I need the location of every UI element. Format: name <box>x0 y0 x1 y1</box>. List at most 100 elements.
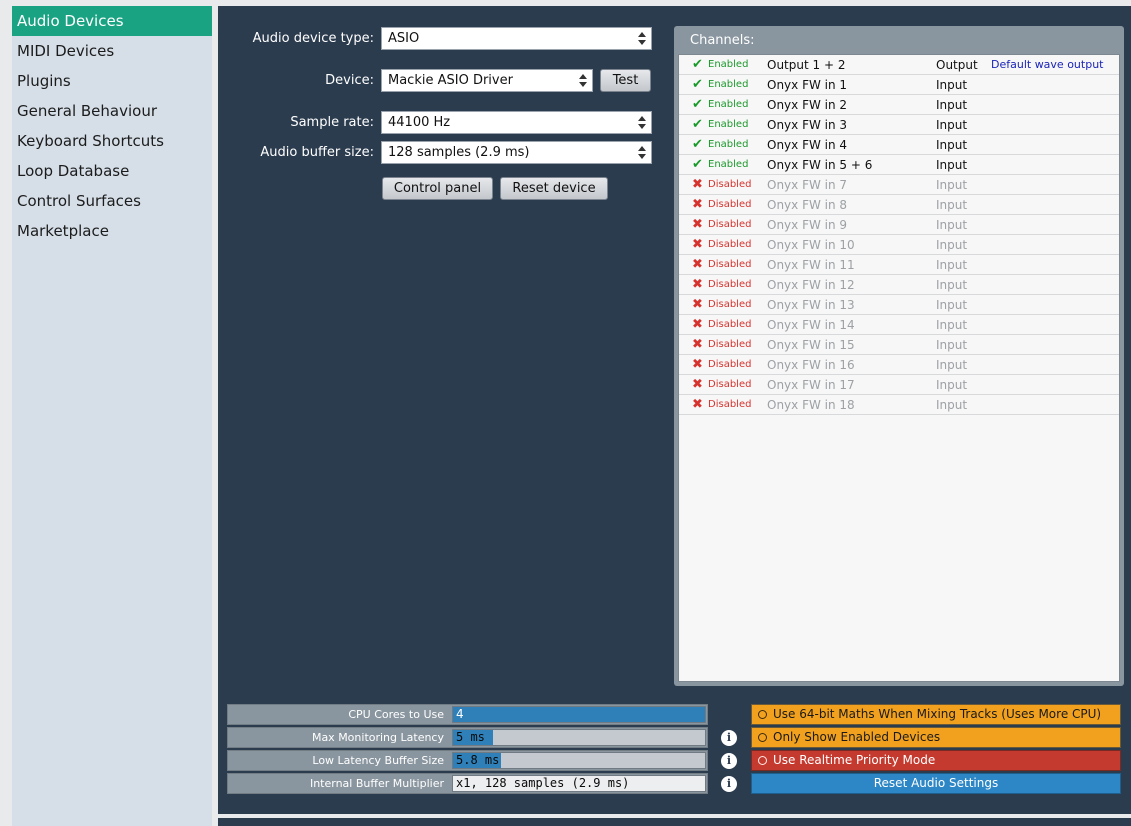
channel-direction: Input <box>936 178 968 192</box>
sidebar-item-plugins[interactable]: Plugins <box>12 66 212 96</box>
channel-state: Disabled <box>708 179 752 190</box>
channel-state: Disabled <box>708 379 752 390</box>
channel-row[interactable]: ✔ Enabled Onyx FW in 1 Input <box>679 75 1119 95</box>
channel-name: Onyx FW in 13 <box>767 298 855 312</box>
channel-row[interactable]: ✖ Disabled Onyx FW in 10 Input <box>679 235 1119 255</box>
channel-row[interactable]: ✔ Enabled Output 1 + 2 Output Default wave o… <box>679 55 1119 75</box>
sidebar-item-midi-devices[interactable]: MIDI Devices <box>12 36 212 66</box>
sidebar-item-control-surfaces[interactable]: Control Surfaces <box>12 186 212 216</box>
channel-state: Disabled <box>708 399 752 410</box>
cross-icon: ✖ <box>692 177 703 192</box>
sidebar-item-loop-database[interactable]: Loop Database <box>12 156 212 186</box>
select-arrows-icon <box>638 31 646 46</box>
device-select[interactable]: Mackie ASIO Driver <box>381 69 593 92</box>
channels-list[interactable]: ✔ Enabled Output 1 + 2 Output Default wave o… <box>678 54 1120 682</box>
channel-row[interactable]: ✖ Disabled Onyx FW in 9 Input <box>679 215 1119 235</box>
low-latency-buffer-slider[interactable]: 5.8 ms <box>452 752 706 769</box>
sidebar-item-marketplace[interactable]: Marketplace <box>12 216 212 246</box>
sidebar-item-general-behaviour[interactable]: General Behaviour <box>12 96 212 126</box>
channel-row[interactable]: ✖ Disabled Onyx FW in 8 Input <box>679 195 1119 215</box>
internal-buffer-multiplier-field[interactable]: x1, 128 samples (2.9 ms) <box>452 775 706 792</box>
channel-row[interactable]: ✔ Enabled Onyx FW in 4 Input <box>679 135 1119 155</box>
channel-name: Onyx FW in 5 + 6 <box>767 158 873 172</box>
channel-direction: Input <box>936 258 968 272</box>
channel-name: Onyx FW in 4 <box>767 138 848 152</box>
control-panel-button[interactable]: Control panel <box>382 177 493 200</box>
device-type-select[interactable]: ASIO <box>381 27 652 50</box>
channel-name: Onyx FW in 7 <box>767 178 848 192</box>
channel-name: Onyx FW in 3 <box>767 118 848 132</box>
buffer-size-select[interactable]: 128 samples (2.9 ms) <box>381 141 652 164</box>
channel-direction: Input <box>936 98 968 112</box>
channel-row[interactable]: ✖ Disabled Onyx FW in 13 Input <box>679 295 1119 315</box>
next-panel-edge <box>218 818 1131 826</box>
internal-buffer-multiplier-info-icon[interactable]: i <box>721 776 737 792</box>
channel-row[interactable]: ✔ Enabled Onyx FW in 2 Input <box>679 95 1119 115</box>
cross-icon: ✖ <box>692 317 703 332</box>
check-icon: ✔ <box>692 57 703 72</box>
channel-direction: Input <box>936 78 968 92</box>
channel-state: Disabled <box>708 219 752 230</box>
channel-name: Onyx FW in 16 <box>767 358 855 372</box>
channel-name: Onyx FW in 18 <box>767 398 855 412</box>
channel-state: Enabled <box>708 139 749 150</box>
cpu-cores-value: 4 <box>456 707 464 721</box>
sample-rate-select[interactable]: 44100 Hz <box>381 111 652 134</box>
sample-rate-label-wrap: Sample rate: <box>218 114 374 132</box>
channel-row[interactable]: ✖ Disabled Onyx FW in 7 Input <box>679 175 1119 195</box>
channel-name: Onyx FW in 10 <box>767 238 855 252</box>
channel-row[interactable]: ✖ Disabled Onyx FW in 16 Input <box>679 355 1119 375</box>
channel-row[interactable]: ✖ Disabled Onyx FW in 15 Input <box>679 335 1119 355</box>
channel-row[interactable]: ✔ Enabled Onyx FW in 5 + 6 Input <box>679 155 1119 175</box>
channel-direction: Input <box>936 358 968 372</box>
channel-row[interactable]: ✖ Disabled Onyx FW in 11 Input <box>679 255 1119 275</box>
only-show-enabled-devices-label: Only Show Enabled Devices <box>773 730 941 744</box>
channel-row[interactable]: ✖ Disabled Onyx FW in 18 Input <box>679 395 1119 415</box>
sidebar-item-keyboard-shortcuts[interactable]: Keyboard Shortcuts <box>12 126 212 156</box>
channel-name: Onyx FW in 11 <box>767 258 855 272</box>
cross-icon: ✖ <box>692 277 703 292</box>
use-64bit-maths-toggle[interactable]: Use 64-bit Maths When Mixing Tracks (Use… <box>751 704 1121 725</box>
radio-ring-icon <box>758 756 767 765</box>
cross-icon: ✖ <box>692 397 703 412</box>
channel-row[interactable]: ✖ Disabled Onyx FW in 12 Input <box>679 275 1119 295</box>
channel-row[interactable]: ✔ Enabled Onyx FW in 3 Input <box>679 115 1119 135</box>
channel-name: Onyx FW in 8 <box>767 198 848 212</box>
channel-name: Onyx FW in 15 <box>767 338 855 352</box>
channels-panel: Channels: ✔ Enabled Output 1 + 2 Output Defa… <box>674 26 1124 686</box>
channel-state: Enabled <box>708 59 749 70</box>
realtime-priority-mode-toggle[interactable]: Use Realtime Priority Mode <box>751 750 1121 771</box>
select-arrows-icon <box>638 145 646 160</box>
channel-direction: Input <box>936 338 968 352</box>
channel-row[interactable]: ✖ Disabled Onyx FW in 14 Input <box>679 315 1119 335</box>
cpu-cores-setting: CPU Cores to Use 4 <box>227 704 708 725</box>
channel-row[interactable]: ✖ Disabled Onyx FW in 17 Input <box>679 375 1119 395</box>
cross-icon: ✖ <box>692 197 703 212</box>
device-type-value: ASIO <box>388 31 420 46</box>
cpu-cores-slider[interactable]: 4 <box>452 706 706 723</box>
cross-icon: ✖ <box>692 377 703 392</box>
max-monitoring-latency-info-icon[interactable]: i <box>721 730 737 746</box>
test-button[interactable]: Test <box>600 69 651 92</box>
buffer-size-value: 128 samples (2.9 ms) <box>388 145 530 160</box>
settings-window: Audio Devices MIDI Devices Plugins Gener… <box>0 0 1131 826</box>
channel-direction: Output <box>936 58 978 72</box>
channel-state: Disabled <box>708 239 752 250</box>
low-latency-buffer-info-icon[interactable]: i <box>721 753 737 769</box>
cross-icon: ✖ <box>692 337 703 352</box>
only-show-enabled-devices-toggle[interactable]: Only Show Enabled Devices <box>751 727 1121 748</box>
max-monitoring-latency-slider[interactable]: 5 ms <box>452 729 706 746</box>
check-icon: ✔ <box>692 77 703 92</box>
reset-device-button[interactable]: Reset device <box>500 177 608 200</box>
channel-direction: Input <box>936 398 968 412</box>
channel-state: Disabled <box>708 199 752 210</box>
reset-audio-settings-button[interactable]: Reset Audio Settings <box>751 773 1121 794</box>
cross-icon: ✖ <box>692 357 703 372</box>
select-arrows-icon <box>579 73 587 88</box>
check-icon: ✔ <box>692 137 703 152</box>
device-type-label: Audio device type: <box>252 31 374 46</box>
channel-direction: Input <box>936 278 968 292</box>
channel-state: Disabled <box>708 259 752 270</box>
sidebar-item-audio-devices[interactable]: Audio Devices <box>12 6 212 36</box>
check-icon: ✔ <box>692 117 703 132</box>
